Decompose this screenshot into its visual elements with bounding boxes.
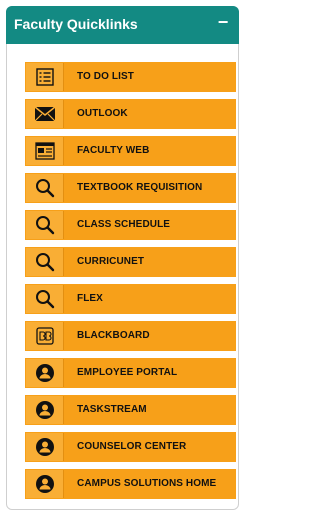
user-circle-icon [26,470,64,498]
quicklink-counselor-center[interactable]: COUNSELOR CENTER [25,432,236,462]
quicklink-label: TASKSTREAM [77,404,147,415]
quicklink-campus-solutions-home[interactable]: CAMPUS SOLUTIONS HOME [25,469,236,499]
quicklink-label: CURRICUNET [77,256,145,267]
quicklink-label: FLEX [77,293,103,304]
quicklink-outlook[interactable]: OUTLOOK [25,99,236,129]
checklist-icon [26,63,64,91]
faculty-quicklinks-panel: Faculty Quicklinks − TO DO LIST OUTLOOK … [6,6,239,510]
quicklink-curricunet[interactable]: CURRICUNET [25,247,236,277]
quicklink-blackboard[interactable]: BLACKBOARD [25,321,236,351]
search-icon [26,174,64,202]
quicklink-class-schedule[interactable]: CLASS SCHEDULE [25,210,236,240]
quicklink-faculty-web[interactable]: FACULTY WEB [25,136,236,166]
quicklink-flex[interactable]: FLEX [25,284,236,314]
envelope-icon [26,100,64,128]
quicklink-label: TO DO LIST [77,71,134,82]
quicklink-label: OUTLOOK [77,108,128,119]
search-icon [26,248,64,276]
quicklink-label: BLACKBOARD [77,330,150,341]
quicklink-textbook-requisition[interactable]: TEXTBOOK REQUISITION [25,173,236,203]
quicklink-label: COUNSELOR CENTER [77,441,187,452]
quicklink-to-do-list[interactable]: TO DO LIST [25,62,236,92]
panel-header: Faculty Quicklinks − [6,6,239,44]
collapse-button[interactable]: − [215,13,231,31]
quicklink-label: CLASS SCHEDULE [77,219,171,230]
quicklink-label: TEXTBOOK REQUISITION [77,182,203,193]
user-circle-icon [26,433,64,461]
quicklink-label: EMPLOYEE PORTAL [77,367,178,378]
quicklink-label: CAMPUS SOLUTIONS HOME [77,478,217,489]
user-circle-icon [26,396,64,424]
search-icon [26,285,64,313]
web-page-icon [26,137,64,165]
panel-title: Faculty Quicklinks [14,16,138,32]
search-icon [26,211,64,239]
quicklink-taskstream[interactable]: TASKSTREAM [25,395,236,425]
quicklink-label: FACULTY WEB [77,145,150,156]
blackboard-bb-icon [26,322,64,350]
user-circle-icon [26,359,64,387]
quicklink-employee-portal[interactable]: EMPLOYEE PORTAL [25,358,236,388]
